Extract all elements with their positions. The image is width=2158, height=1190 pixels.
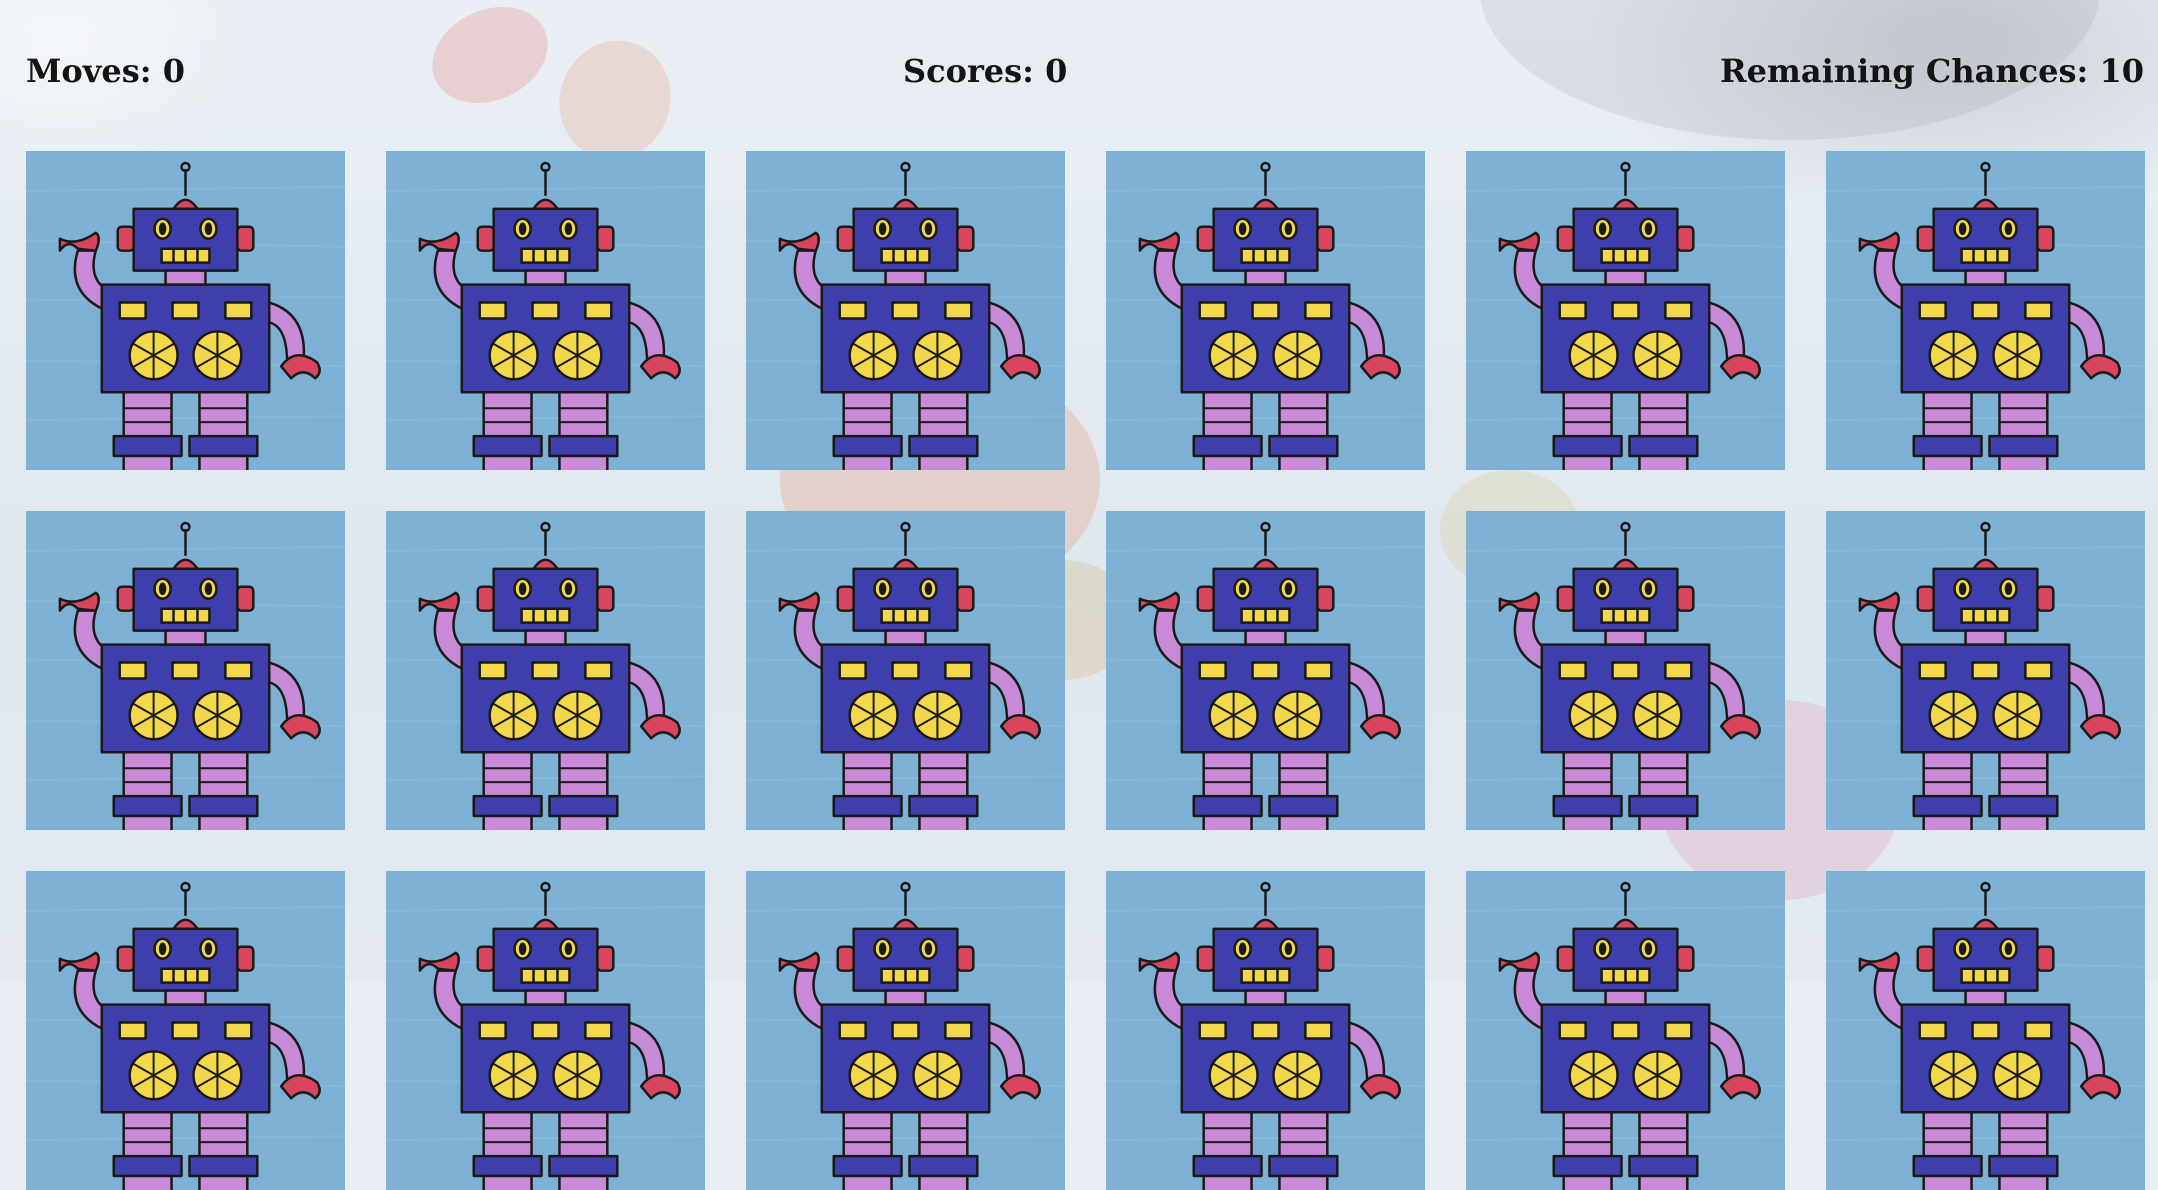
robot-card-back-icon [1826,151,2145,470]
memory-card[interactable] [1466,511,1785,830]
memory-card[interactable] [386,151,705,470]
memory-card[interactable] [746,871,1065,1190]
memory-card[interactable] [1106,871,1425,1190]
memory-card[interactable] [1826,151,2145,470]
robot-card-back-icon [746,511,1065,830]
robot-card-back-icon [1466,151,1785,470]
memory-card[interactable] [746,511,1065,830]
remaining-chances-counter: Remaining Chances: 10 [1720,52,2144,90]
moves-counter: Moves: 0 [26,52,185,90]
robot-card-back-icon [1466,511,1785,830]
memory-card[interactable] [386,511,705,830]
robot-card-back-icon [386,511,705,830]
robot-card-back-icon [1826,871,2145,1190]
memory-card[interactable] [1466,871,1785,1190]
robot-card-back-icon [26,871,345,1190]
memory-card[interactable] [1826,871,2145,1190]
memory-card[interactable] [746,151,1065,470]
scores-counter: Scores: 0 [903,52,1068,90]
memory-card[interactable] [386,871,705,1190]
memory-card[interactable] [1826,511,2145,830]
memory-card[interactable] [1466,151,1785,470]
robot-card-back-icon [1106,871,1425,1190]
robot-card-back-icon [386,871,705,1190]
memory-card[interactable] [26,871,345,1190]
robot-card-back-icon [26,151,345,470]
robot-card-back-icon [746,871,1065,1190]
robot-card-back-icon [26,511,345,830]
robot-card-back-icon [1466,871,1785,1190]
memory-card[interactable] [1106,151,1425,470]
memory-card[interactable] [26,151,345,470]
robot-card-back-icon [1106,151,1425,470]
robot-card-back-icon [746,151,1065,470]
robot-card-back-icon [386,151,705,470]
memory-card[interactable] [26,511,345,830]
robot-card-back-icon [1826,511,2145,830]
card-grid [26,151,2145,1190]
memory-card[interactable] [1106,511,1425,830]
robot-card-back-icon [1106,511,1425,830]
